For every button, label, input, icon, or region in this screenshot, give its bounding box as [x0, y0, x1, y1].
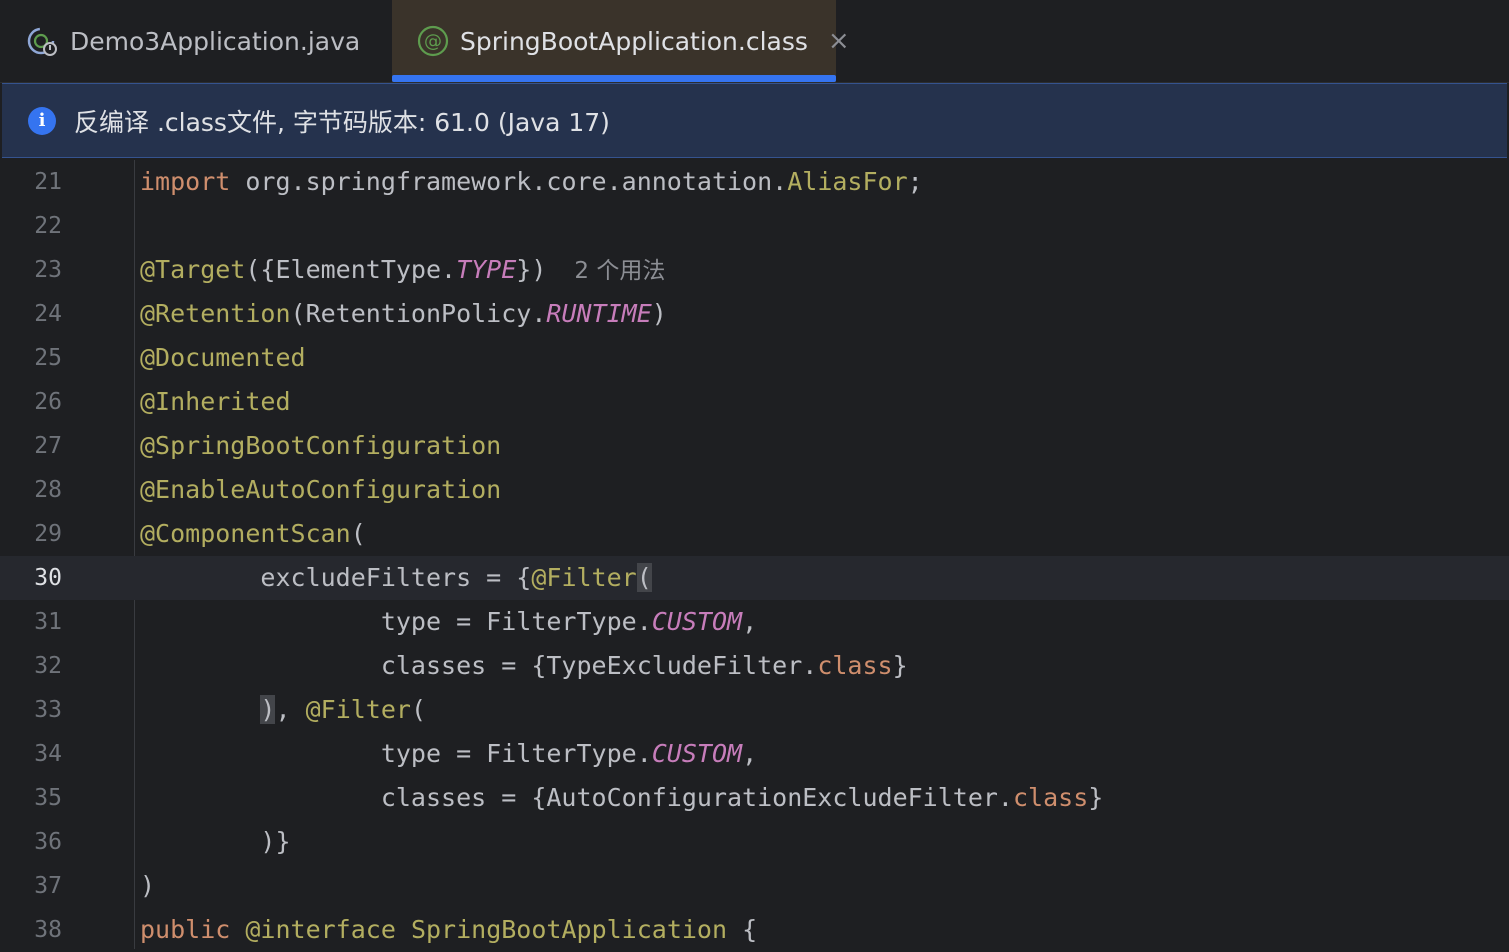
banner-message: 反编译 .class文件, 字节码版本: 61.0 (Java 17) [74, 107, 610, 137]
code-text: ) [140, 871, 156, 900]
code-editor[interactable]: 21 import org.springframework.core.annot… [0, 160, 1509, 949]
code-text: @Documented [140, 343, 306, 372]
code-text: @EnableAutoConfiguration [140, 475, 502, 504]
active-tab-indicator [392, 75, 836, 82]
code-text: excludeFilters = {@Filter( [140, 563, 652, 592]
code-line[interactable]: 34 type = FilterType.CUSTOM, [0, 732, 1509, 776]
code-text: type = FilterType.CUSTOM, [140, 607, 758, 636]
code-text: @Retention(RetentionPolicy.RUNTIME) [140, 299, 667, 328]
close-icon[interactable]: × [828, 28, 850, 54]
line-number: 21 [34, 169, 62, 195]
line-number: 37 [34, 873, 62, 899]
tab-label: Demo3Application.java [70, 26, 361, 56]
code-line[interactable]: 35 classes = {AutoConfigurationExcludeFi… [0, 776, 1509, 820]
info-icon: i [28, 106, 56, 135]
code-line[interactable]: 29 @ComponentScan( [0, 512, 1509, 556]
code-line[interactable]: 37 ) [0, 864, 1509, 908]
line-number: 29 [34, 521, 62, 547]
code-line[interactable]: 38 public @interface SpringBootApplicati… [0, 908, 1509, 952]
code-line[interactable]: 23 @Target({ElementType.TYPE}) 2 个用法 [0, 248, 1509, 292]
line-number: 38 [34, 917, 62, 943]
code-text: classes = {TypeExcludeFilter.class} [140, 651, 908, 680]
code-line[interactable]: 33 ), @Filter( [0, 688, 1509, 732]
code-line[interactable]: 28 @EnableAutoConfiguration [0, 468, 1509, 512]
code-text: classes = {AutoConfigurationExcludeFilte… [140, 783, 1104, 812]
annotation-icon: @ [417, 25, 449, 57]
line-number: 30 [34, 565, 62, 591]
code-line[interactable]: 24 @Retention(RetentionPolicy.RUNTIME) [0, 292, 1509, 336]
tab-label: SpringBootApplication.class [460, 26, 808, 56]
code-text: type = FilterType.CUSTOM, [140, 739, 758, 768]
code-text: @SpringBootConfiguration [140, 431, 502, 460]
line-number: 25 [34, 345, 62, 371]
code-text: import org.springframework.core.annotati… [140, 167, 923, 196]
line-number: 23 [34, 257, 62, 283]
code-text: @Inherited [140, 387, 291, 416]
line-number: 24 [34, 301, 62, 327]
line-number: 33 [34, 697, 62, 723]
line-number: 35 [34, 785, 62, 811]
line-number: 34 [34, 741, 62, 767]
line-number: 22 [34, 213, 62, 239]
code-line[interactable]: 26 @Inherited [0, 380, 1509, 424]
line-number: 36 [34, 829, 62, 855]
line-number: 32 [34, 653, 62, 679]
code-text: public @interface SpringBootApplication … [140, 915, 758, 944]
editor-tab-bar: Demo3Application.java @ SpringBootApplic… [0, 0, 1509, 83]
tab-springbootapplication[interactable]: @ SpringBootApplication.class × [392, 0, 850, 82]
code-text: ), @Filter( [260, 695, 427, 724]
line-number: 26 [34, 389, 62, 415]
code-line[interactable]: 25 @Documented [0, 336, 1509, 380]
svg-text:@: @ [424, 31, 442, 52]
code-line[interactable]: 22 [0, 204, 1509, 248]
code-text: @Target({ElementType.TYPE}) 2 个用法 [140, 255, 666, 284]
code-text: @ComponentScan( [140, 519, 366, 548]
spring-run-icon [27, 27, 57, 56]
code-line[interactable]: 31 type = FilterType.CUSTOM, [0, 600, 1509, 644]
code-line[interactable]: 27 @SpringBootConfiguration [0, 424, 1509, 468]
line-number: 28 [34, 477, 62, 503]
line-number: 31 [34, 609, 62, 635]
decompiled-info-banner: i 反编译 .class文件, 字节码版本: 61.0 (Java 17) [2, 83, 1507, 158]
code-line[interactable]: 32 classes = {TypeExcludeFilter.class} [0, 644, 1509, 688]
code-line-current[interactable]: 30 excludeFilters = {@Filter( [0, 556, 1509, 600]
line-number: 27 [34, 433, 62, 459]
tab-demo3application[interactable]: Demo3Application.java [0, 0, 392, 82]
code-line[interactable]: 36 )} [0, 820, 1509, 864]
code-line[interactable]: 21 import org.springframework.core.annot… [0, 160, 1509, 204]
code-text: )} [140, 827, 291, 856]
usages-inlay-hint[interactable]: 2 个用法 [574, 258, 665, 284]
